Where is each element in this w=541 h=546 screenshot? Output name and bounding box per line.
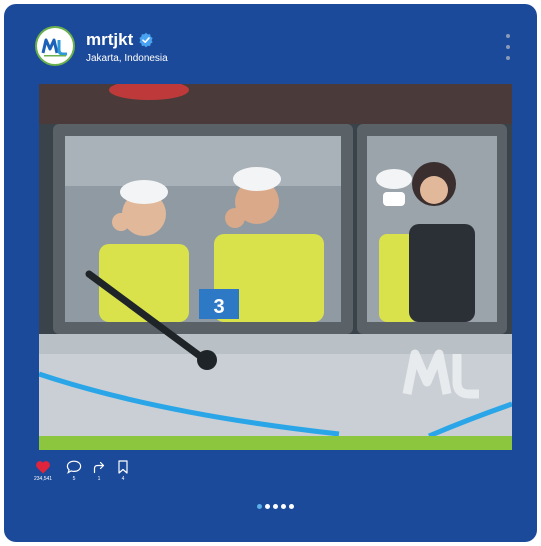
- like-count: 234,541: [34, 476, 53, 482]
- post-card: mrtjkt Jakarta, Indonesia 3 234,541 5 1 …: [4, 4, 537, 542]
- comment-icon: [66, 460, 82, 474]
- save-button[interactable]: 4: [117, 460, 129, 482]
- bookmark-icon: [118, 460, 128, 474]
- share-button[interactable]: 1: [92, 460, 106, 482]
- carousel-dot[interactable]: [281, 504, 286, 509]
- avatar[interactable]: [35, 26, 75, 66]
- train-photo-image: 3: [39, 84, 512, 436]
- carousel-indicator: [257, 504, 294, 509]
- carousel-dot[interactable]: [257, 504, 262, 509]
- share-count: 1: [97, 476, 101, 482]
- comment-count: 5: [72, 476, 76, 482]
- heart-icon: [36, 461, 50, 474]
- save-count: 4: [121, 476, 125, 482]
- like-button[interactable]: 234,541: [34, 460, 52, 482]
- username[interactable]: mrtjkt: [86, 30, 154, 50]
- comment-button[interactable]: 5: [66, 460, 82, 482]
- photo-accent-bar: [39, 436, 512, 450]
- share-icon: [93, 461, 105, 474]
- post-photo[interactable]: 3: [39, 84, 512, 436]
- more-options-icon[interactable]: [502, 34, 514, 60]
- username-text: mrtjkt: [86, 30, 134, 49]
- verified-badge-icon: [138, 32, 154, 48]
- mrt-logo-icon: [41, 38, 67, 57]
- carousel-dot[interactable]: [265, 504, 270, 509]
- carousel-dot[interactable]: [289, 504, 294, 509]
- train-number: 3: [213, 296, 224, 318]
- carousel-dot[interactable]: [273, 504, 278, 509]
- location-label[interactable]: Jakarta, Indonesia: [86, 53, 168, 65]
